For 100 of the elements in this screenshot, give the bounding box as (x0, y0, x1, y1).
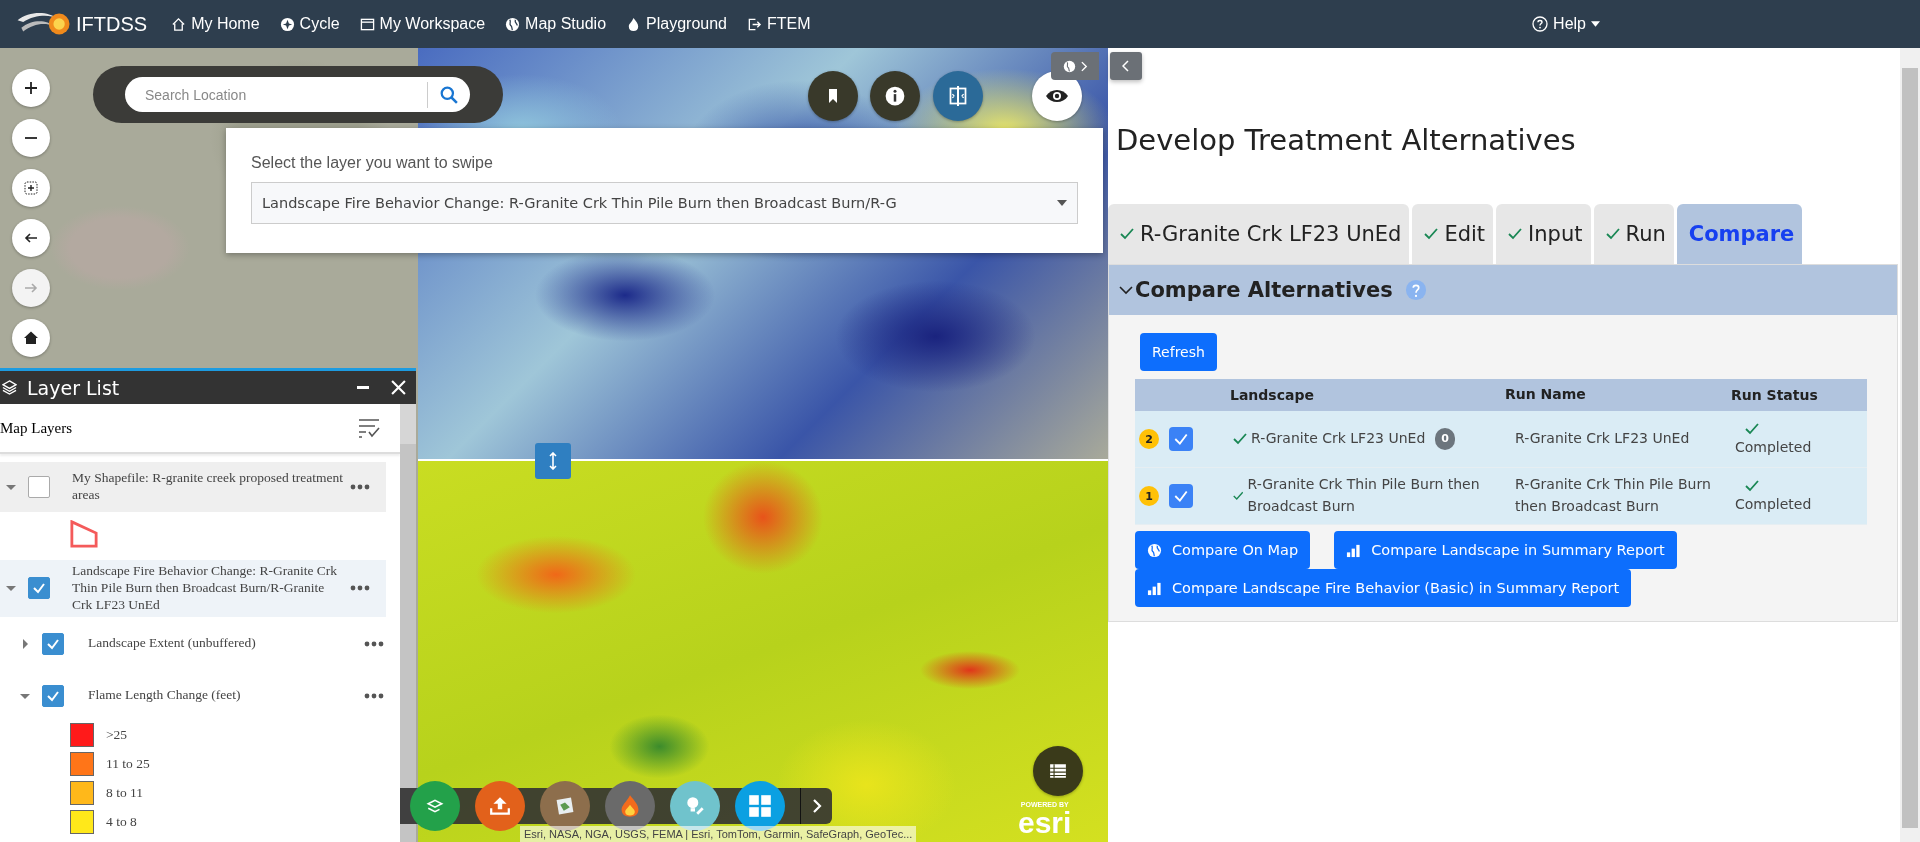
app-brand-name[interactable]: IFTDSS (76, 12, 148, 36)
zoom-out-button[interactable] (12, 119, 50, 157)
layer-checkbox[interactable] (42, 632, 64, 655)
fire-tool-button[interactable] (605, 781, 655, 831)
page-scrollbar[interactable] (1900, 48, 1920, 842)
swipe-tool-button[interactable] (933, 71, 983, 121)
compare-button[interactable]: Compare On Map (1135, 531, 1311, 569)
table-row[interactable]: 1 R-Granite Crk Thin Pile Burn then Broadcast Burn R-Granite Crk Thin Pile Burn then Broadcast Burn Completed (1135, 468, 1867, 525)
nav-link[interactable]: My Home (171, 15, 260, 33)
nav-link[interactable]: Playground (626, 15, 727, 33)
column-header: Run Status (1731, 387, 1819, 403)
check-icon (1745, 480, 1759, 492)
panel-title: Layer List (27, 376, 121, 399)
step-tab[interactable]: Input (1496, 204, 1591, 264)
swipe-prompt-label: Select the layer you want to swipe (251, 154, 494, 172)
table-cell-text: R-Granite Crk Thin Pile Burn then Broadcast Burn (1514, 475, 1712, 516)
more-options-icon[interactable] (350, 585, 370, 592)
layer-select-dropdown[interactable]: Landscape Fire Behavior Change: R-Granite Crk Thin Pile Burn then Broadcast Burn/R-G (251, 182, 1078, 224)
plus-icon (23, 80, 39, 96)
layer-row[interactable]: Landscape Fire Behavior Change: R-Granite Crk Thin Pile Burn then Broadcast Burn/R-Granite Crk LF23 UnEd (0, 560, 386, 617)
count-badge: 0 (1435, 428, 1455, 450)
row-checkbox[interactable] (1169, 427, 1193, 451)
collapse-panel-button[interactable] (1110, 52, 1142, 80)
chevron-left-icon (1122, 60, 1130, 72)
step-tab[interactable]: R-Granite Crk LF23 UnEd (1108, 204, 1410, 264)
grid-icon (748, 794, 772, 818)
refresh-button[interactable]: Refresh (1140, 333, 1217, 371)
window-icon (359, 16, 375, 32)
table-row[interactable]: 2 R-Granite Crk LF23 UnEd 0 R-Granite Crk LF23 UnEd Completed (1135, 411, 1867, 468)
nav-link[interactable]: FTEM (747, 15, 811, 33)
layer-checkbox[interactable] (28, 476, 50, 498)
close-icon[interactable] (391, 380, 406, 395)
order-badge: 1 (1139, 486, 1159, 506)
minimize-icon[interactable] (357, 385, 369, 390)
next-extent-button[interactable] (12, 269, 50, 307)
zoom-to-extent-button[interactable] (12, 169, 50, 207)
filter-list-icon[interactable] (358, 418, 380, 438)
caret-icon[interactable] (20, 638, 30, 649)
search-icon[interactable] (440, 85, 458, 104)
vertical-arrows-icon (548, 452, 558, 470)
nav-link[interactable]: Map Studio (505, 15, 607, 33)
checkmark-icon (1173, 431, 1189, 447)
more-options-icon[interactable] (364, 692, 384, 699)
lightbulb-pencil-button[interactable] (670, 781, 720, 831)
search-field[interactable]: Search Location (125, 77, 470, 112)
chevron-icon[interactable] (1119, 285, 1133, 295)
table-cell: Completed (1735, 439, 1812, 455)
check-icon (1233, 433, 1247, 445)
add-data-button[interactable] (410, 781, 460, 831)
row-checkbox[interactable] (1169, 484, 1193, 508)
home-button[interactable] (12, 319, 50, 357)
home-icon (23, 330, 39, 346)
apps-grid-button[interactable] (735, 781, 785, 831)
layer-name: Landscape Fire Behavior Change: R-Granite Crk Thin Pile Burn then Broadcast Burn/R-Granite Crk LF23 UnEd (72, 563, 339, 614)
chevron-right-icon (811, 798, 822, 814)
layer-checkbox[interactable] (42, 684, 64, 707)
globe-icon (1062, 59, 1076, 73)
attribute-table-button[interactable] (1033, 746, 1083, 796)
help-menu[interactable]: Help (1532, 15, 1600, 33)
step-tab[interactable]: Edit (1412, 204, 1494, 264)
map-edit-button[interactable] (540, 781, 590, 831)
eye-icon (1045, 88, 1069, 104)
dashed-square-plus-icon (23, 180, 39, 196)
help-icon (1532, 16, 1549, 32)
section-header[interactable]: Compare Alternatives (1109, 265, 1897, 315)
step-tab[interactable]: Compare (1676, 204, 1803, 264)
sublayer-row[interactable]: Flame Length Change (feet) (0, 670, 400, 721)
layer-row[interactable]: My Shapefile: R-granite creek proposed treatment areas (0, 462, 386, 512)
more-options-icon[interactable] (364, 640, 384, 647)
layer-checkbox[interactable] (28, 577, 50, 600)
check-icon (1508, 228, 1523, 240)
section-title: Compare Alternatives (1135, 278, 1393, 302)
star-circle-icon (279, 16, 295, 32)
bookmark-button[interactable] (808, 71, 858, 121)
caret-icon[interactable] (6, 482, 16, 492)
info-button[interactable] (870, 71, 920, 121)
table-icon (1049, 762, 1067, 780)
compare-button[interactable]: Compare Landscape in Summary Report (1334, 531, 1677, 569)
nav-link[interactable]: My Workspace (359, 15, 486, 33)
more-options-icon[interactable] (350, 484, 370, 490)
checkmark-icon (32, 581, 46, 596)
check-icon (1424, 228, 1439, 240)
minus-icon (25, 137, 37, 139)
scrollbar[interactable] (400, 404, 416, 842)
table-cell-text: R-Granite Crk Thin Pile Burn then Broadcast Burn (1247, 475, 1481, 516)
swipe-handle[interactable] (535, 443, 571, 479)
home-icon (171, 16, 187, 32)
previous-extent-button[interactable] (12, 219, 50, 257)
upload-button[interactable] (475, 781, 525, 831)
step-tab[interactable]: Run (1593, 204, 1674, 264)
layer-name: Landscape Extent (unbuffered) (87, 635, 257, 653)
zoom-in-button[interactable] (12, 69, 50, 107)
nav-link[interactable]: Cycle (279, 15, 340, 33)
caret-icon[interactable] (6, 583, 16, 594)
checkmark-icon (1173, 488, 1189, 504)
basemap-toggle-button[interactable] (1051, 52, 1099, 80)
caret-icon (1591, 21, 1600, 27)
compare-button[interactable]: Compare Landscape Fire Behavior (Basic) in Summary Report (1135, 569, 1632, 607)
sublayer-row[interactable]: Landscape Extent (unbuffered) (0, 618, 400, 669)
map-attribution: Esri, NASA, NGA, USGS, FEMA | Esri, TomTom, Garmin, SafeGraph, GeoTec... (520, 826, 917, 842)
